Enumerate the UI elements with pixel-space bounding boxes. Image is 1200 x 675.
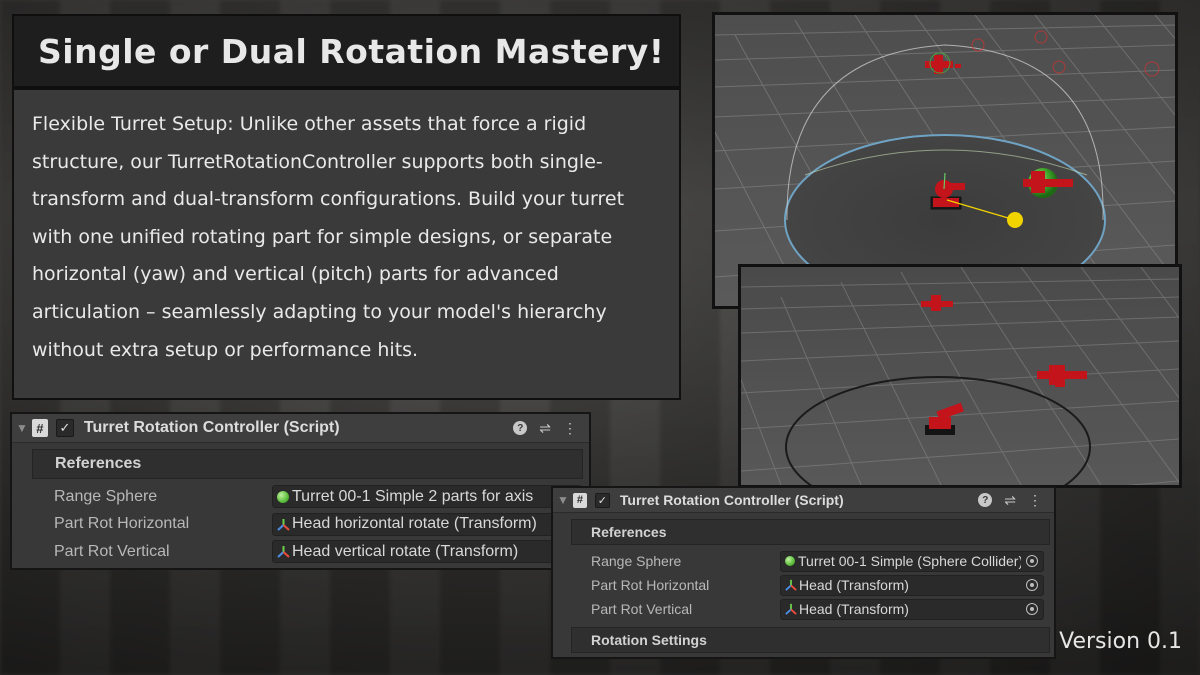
section-rotation-settings[interactable]: Rotation Settings xyxy=(571,627,1050,653)
part-rot-horizontal-field[interactable]: Head (Transform) xyxy=(780,574,1044,596)
script-hash-icon: # xyxy=(572,492,587,508)
property-label: Part Rot Horizontal xyxy=(591,577,710,593)
object-picker-icon[interactable] xyxy=(1026,555,1038,567)
component-header[interactable]: ▼ # ✓ Turret Rotation Controller (Script… xyxy=(12,414,589,443)
kebab-menu-icon[interactable]: ⋮ xyxy=(563,420,577,437)
help-icon: ? xyxy=(513,421,528,435)
transform-axis-icon xyxy=(277,518,290,531)
property-label: Part Rot Vertical xyxy=(591,601,693,617)
part-rot-vertical-field[interactable]: Head vertical rotate (Transform) xyxy=(272,540,582,564)
component-enabled-checkbox[interactable]: ✓ xyxy=(55,419,74,437)
range-sphere-field[interactable]: Turret 00-1 Simple (Sphere Collider) xyxy=(780,550,1044,572)
part-rot-vertical-field[interactable]: Head (Transform) xyxy=(780,598,1044,620)
property-label: Part Rot Vertical xyxy=(54,542,170,560)
description-text: Flexible Turret Setup: Unlike other asse… xyxy=(32,113,625,361)
preset-sliders-icon[interactable]: ⇌ xyxy=(539,420,551,437)
component-enabled-checkbox[interactable]: ✓ xyxy=(594,492,610,508)
field-value: Turret 00-1 Simple (Sphere Collider) xyxy=(798,553,1021,569)
scene-render-dual xyxy=(715,15,1175,306)
inspector-single-transform: ▼ # ✓ Turret Rotation Controller (Script… xyxy=(551,486,1056,659)
component-title: Turret Rotation Controller (Script) xyxy=(619,492,844,508)
checkmark-icon: ✓ xyxy=(59,420,71,435)
triangle-down-icon[interactable]: ▼ xyxy=(16,421,28,435)
range-sphere-field[interactable]: Turret 00-1 Simple 2 parts for axis xyxy=(272,485,582,509)
field-value: Head vertical rotate (Transform) xyxy=(292,542,519,560)
script-hash-icon: # xyxy=(31,419,48,437)
property-part-rot-horizontal: Part Rot Horizontal Head horizontal rota… xyxy=(12,511,589,539)
property-part-rot-vertical: Part Rot Vertical Head (Transform) xyxy=(553,597,1054,621)
section-references[interactable]: References xyxy=(32,449,583,479)
field-value: Head (Transform) xyxy=(799,601,909,617)
transform-axis-icon xyxy=(277,545,290,558)
title-banner: Single or Dual Rotation Mastery! xyxy=(12,14,681,88)
scene-viewport-single xyxy=(738,264,1182,488)
property-range-sphere: Range Sphere Turret 00-1 Simple (Sphere … xyxy=(553,549,1054,573)
inspector-dual-transform: ▼ # ✓ Turret Rotation Controller (Script… xyxy=(10,412,591,570)
transform-axis-icon xyxy=(785,579,797,591)
page-title: Single or Dual Rotation Mastery! xyxy=(38,31,665,71)
object-picker-icon[interactable] xyxy=(1026,603,1038,615)
component-header[interactable]: ▼ # ✓ Turret Rotation Controller (Script… xyxy=(553,488,1054,513)
property-range-sphere: Range Sphere Turret 00-1 Simple 2 parts … xyxy=(12,483,589,511)
triangle-down-icon[interactable]: ▼ xyxy=(557,493,569,507)
property-label: Part Rot Horizontal xyxy=(54,515,190,533)
field-value: Head horizontal rotate (Transform) xyxy=(292,515,537,533)
sphere-collider-icon xyxy=(277,490,289,503)
sphere-collider-icon xyxy=(785,556,795,566)
part-rot-horizontal-field[interactable]: Head horizontal rotate (Transform) xyxy=(272,512,582,536)
field-value: Head (Transform) xyxy=(799,577,909,593)
section-references[interactable]: References xyxy=(571,519,1050,545)
help-icon-button[interactable]: ? xyxy=(978,493,993,507)
object-picker-icon[interactable] xyxy=(1026,579,1038,591)
kebab-menu-icon[interactable]: ⋮ xyxy=(1028,492,1042,509)
checkmark-icon: ✓ xyxy=(597,494,607,507)
help-icon: ? xyxy=(978,493,993,507)
field-value: Turret 00-1 Simple 2 parts for axis xyxy=(292,487,534,505)
preset-sliders-icon[interactable]: ⇌ xyxy=(1004,492,1016,509)
scene-render-single xyxy=(741,267,1179,485)
transform-axis-icon xyxy=(785,603,797,615)
property-part-rot-vertical: Part Rot Vertical Head vertical rotate (… xyxy=(12,538,589,566)
help-icon-button[interactable]: ? xyxy=(513,421,528,435)
description-panel: Flexible Turret Setup: Unlike other asse… xyxy=(12,88,681,400)
property-label: Range Sphere xyxy=(591,553,682,569)
component-title: Turret Rotation Controller (Script) xyxy=(83,419,340,436)
property-part-rot-horizontal: Part Rot Horizontal Head (Transform) xyxy=(553,573,1054,597)
property-label: Range Sphere xyxy=(54,487,158,505)
version-label: Version 0.1 xyxy=(1059,629,1182,654)
